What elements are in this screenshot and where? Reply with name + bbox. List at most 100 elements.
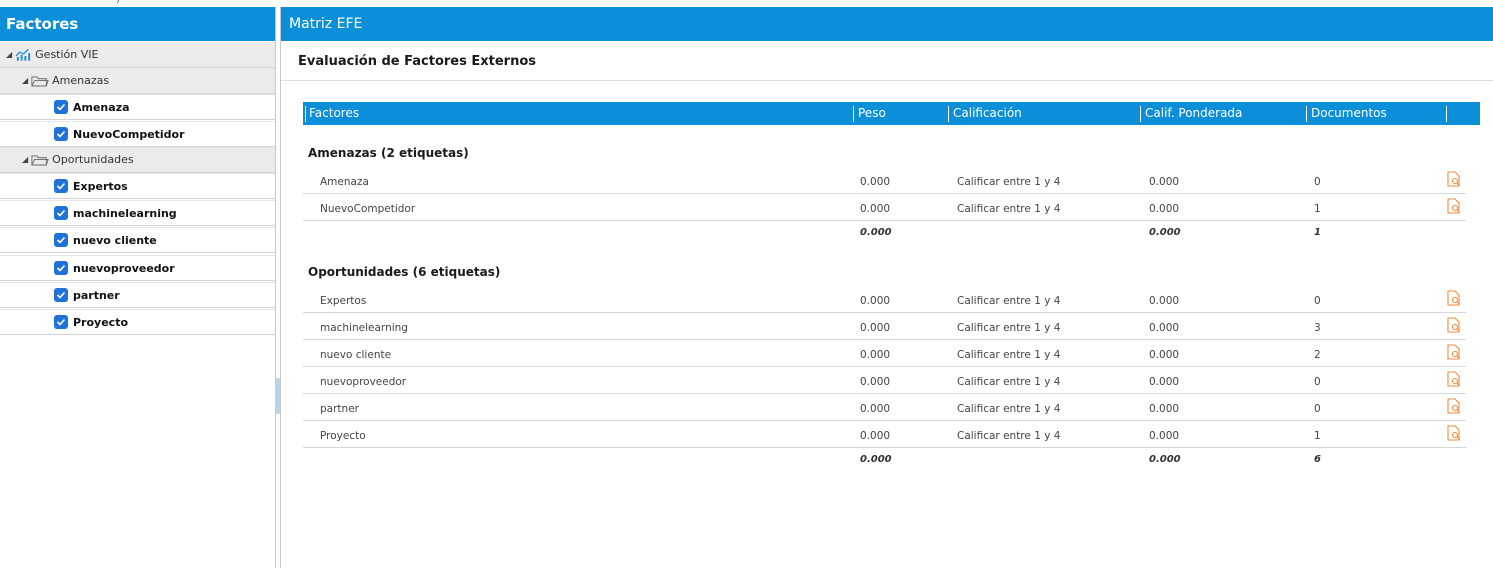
total-peso: 0.000 — [860, 454, 892, 465]
page-subtitle: Evaluación de Factores Externos — [298, 54, 536, 69]
column-separator — [853, 106, 854, 122]
cell-documentos: 0 — [1314, 376, 1321, 388]
cell-calificacion[interactable]: Calificar entre 1 y 4 — [957, 430, 1060, 442]
cell-calif-ponderada: 0.000 — [1149, 403, 1180, 415]
divider — [281, 80, 1493, 81]
tree-item-nuevocompetidor[interactable]: NuevoCompetidor — [0, 121, 275, 147]
cell-documentos: 3 — [1314, 322, 1321, 334]
cell-documentos: 0 — [1314, 295, 1321, 307]
checkbox-checked-icon[interactable] — [54, 127, 68, 141]
tree-group-label: Amenazas — [52, 74, 110, 87]
tree-item-label: Amenaza — [73, 100, 130, 114]
cell-factor: partner — [320, 403, 359, 415]
cell-calificacion[interactable]: Calificar entre 1 y 4 — [957, 176, 1060, 188]
cell-factor: Expertos — [320, 295, 367, 307]
cell-peso[interactable]: 0.000 — [860, 295, 890, 307]
cell-calif-ponderada: 0.000 — [1149, 430, 1180, 442]
column-header-factores[interactable]: Factores — [309, 106, 359, 120]
triangle-expanded-icon[interactable]: ◢ — [6, 50, 12, 59]
efe-matrix-panel: Matriz EFE Evaluación de Factores Extern… — [280, 7, 1493, 568]
tree-group-amenazas[interactable]: ◢ Amenazas — [0, 68, 275, 94]
cell-calif-ponderada: 0.000 — [1149, 322, 1180, 334]
total-documentos: 6 — [1314, 454, 1321, 465]
cell-factor: Proyecto — [320, 430, 366, 442]
column-separator — [1140, 106, 1141, 122]
folder-open-icon — [31, 76, 49, 86]
total-peso: 0.000 — [860, 227, 892, 238]
checkbox-checked-icon[interactable] — [54, 261, 68, 275]
table-row: partner 0.000 Calificar entre 1 y 4 0.00… — [303, 394, 1466, 421]
cell-peso[interactable]: 0.000 — [860, 349, 890, 361]
cell-peso[interactable]: 0.000 — [860, 203, 890, 215]
tree-item-partner[interactable]: partner — [0, 282, 275, 308]
document-search-icon[interactable] — [1447, 171, 1461, 187]
tree-item-nuevo-cliente[interactable]: nuevo cliente — [0, 227, 275, 253]
document-search-icon[interactable] — [1447, 371, 1461, 387]
total-calif-ponderada: 0.000 — [1149, 227, 1181, 238]
tree-item-amenaza[interactable]: Amenaza — [0, 94, 275, 120]
tree-item-label: NuevoCompetidor — [73, 127, 185, 141]
tree-item-machinelearning[interactable]: machinelearning — [0, 200, 275, 226]
section-title-amenazas: Amenazas (2 etiquetas) — [308, 146, 469, 160]
cell-documentos: 2 — [1314, 349, 1321, 361]
column-separator — [305, 106, 306, 122]
document-search-icon[interactable] — [1447, 425, 1461, 441]
column-header-peso[interactable]: Peso — [858, 106, 886, 120]
tree-item-label: Proyecto — [73, 315, 129, 329]
cell-calif-ponderada: 0.000 — [1149, 176, 1180, 188]
document-search-icon[interactable] — [1447, 290, 1461, 306]
factors-panel: Factores ◢ Gestión VIE ◢ Amenazas Amenaz… — [0, 7, 276, 568]
column-separator — [948, 106, 949, 122]
checkbox-checked-icon[interactable] — [54, 233, 68, 247]
document-search-icon[interactable] — [1447, 317, 1461, 333]
tree-root-label: Gestión VIE — [35, 48, 99, 61]
document-search-icon[interactable] — [1447, 344, 1461, 360]
cell-factor: nuevoproveedor — [320, 376, 407, 388]
cell-factor: machinelearning — [320, 322, 408, 334]
cell-peso[interactable]: 0.000 — [860, 376, 890, 388]
tree-group-label: Oportunidades — [52, 153, 134, 166]
chart-folder-icon — [15, 48, 31, 61]
checkbox-checked-icon[interactable] — [54, 179, 68, 193]
section-total-row: 0.000 0.000 6 — [303, 450, 1466, 470]
efe-panel-title: Matriz EFE — [281, 7, 1493, 41]
table-header: Factores Peso Calificación Calif. Ponder… — [303, 102, 1480, 125]
table-row: Proyecto 0.000 Calificar entre 1 y 4 0.0… — [303, 421, 1466, 448]
cell-documentos: 0 — [1314, 176, 1321, 188]
cell-peso[interactable]: 0.000 — [860, 176, 890, 188]
cell-documentos: 1 — [1314, 203, 1321, 215]
cell-calificacion[interactable]: Calificar entre 1 y 4 — [957, 376, 1060, 388]
cell-peso[interactable]: 0.000 — [860, 403, 890, 415]
column-separator — [1446, 106, 1447, 122]
cell-calificacion[interactable]: Calificar entre 1 y 4 — [957, 349, 1060, 361]
folder-open-icon — [31, 155, 49, 165]
tree-item-nuevoproveedor[interactable]: nuevoproveedor — [0, 255, 275, 281]
column-header-calif-ponderada[interactable]: Calif. Ponderada — [1145, 106, 1242, 120]
column-header-documentos[interactable]: Documentos — [1311, 106, 1387, 120]
table-row: machinelearning 0.000 Calificar entre 1 … — [303, 313, 1466, 340]
triangle-expanded-icon[interactable]: ◢ — [22, 155, 28, 164]
cell-peso[interactable]: 0.000 — [860, 322, 890, 334]
cell-peso[interactable]: 0.000 — [860, 430, 890, 442]
document-search-icon[interactable] — [1447, 398, 1461, 414]
cell-factor: Amenaza — [320, 176, 369, 188]
cell-calificacion[interactable]: Calificar entre 1 y 4 — [957, 403, 1060, 415]
checkbox-checked-icon[interactable] — [54, 288, 68, 302]
cell-calificacion[interactable]: Calificar entre 1 y 4 — [957, 203, 1060, 215]
triangle-expanded-icon[interactable]: ◢ — [22, 76, 28, 85]
cell-calif-ponderada: 0.000 — [1149, 295, 1180, 307]
tree-group-oportunidades[interactable]: ◢ Oportunidades — [0, 147, 275, 173]
checkbox-checked-icon[interactable] — [54, 206, 68, 220]
cell-calificacion[interactable]: Calificar entre 1 y 4 — [957, 322, 1060, 334]
column-header-calificacion[interactable]: Calificación — [953, 106, 1022, 120]
tree-root-gestion-vie[interactable]: ◢ Gestión VIE — [0, 42, 275, 68]
cell-calif-ponderada: 0.000 — [1149, 376, 1180, 388]
checkbox-checked-icon[interactable] — [54, 315, 68, 329]
cell-calificacion[interactable]: Calificar entre 1 y 4 — [957, 295, 1060, 307]
checkbox-checked-icon[interactable] — [54, 100, 68, 114]
tree-item-proyecto[interactable]: Proyecto — [0, 309, 275, 335]
document-search-icon[interactable] — [1447, 198, 1461, 214]
tree-item-expertos[interactable]: Expertos — [0, 173, 275, 199]
section-total-row: 0.000 0.000 1 — [303, 223, 1466, 243]
table-row: Amenaza 0.000 Calificar entre 1 y 4 0.00… — [303, 167, 1466, 194]
